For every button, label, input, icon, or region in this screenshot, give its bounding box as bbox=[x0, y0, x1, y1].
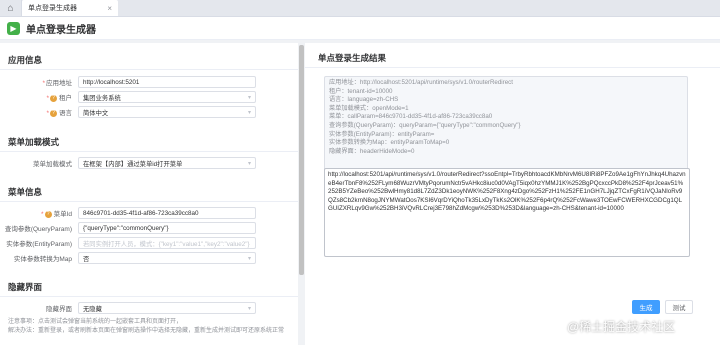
result-info-box: 应用地址：http://localhost:5201/api/runtime/s… bbox=[324, 76, 688, 171]
tab-sso-generator[interactable]: 单点登录生成器 × bbox=[22, 0, 118, 16]
chevron-down-icon: ▾ bbox=[247, 160, 251, 167]
config-panel: 应用信息 *应用地址 http://localhost:5201 *? 租户 集团… bbox=[0, 43, 298, 345]
result-title: 单点登录生成结果 bbox=[318, 53, 387, 63]
watermark: @稀土掘金技术社区 bbox=[567, 320, 676, 334]
app-icon: ▶ bbox=[7, 21, 20, 35]
test-button[interactable]: 测试 bbox=[665, 300, 693, 314]
row-app-url: *应用地址 http://localhost:5201 bbox=[0, 75, 298, 89]
divider bbox=[0, 201, 298, 202]
page-title: 单点登录生成器 bbox=[26, 24, 96, 36]
load-mode-select[interactable]: 在框架【内部】通过菜单id打开菜单 ▾ bbox=[78, 157, 256, 169]
row-load-mode: 菜单加载模式 在框架【内部】通过菜单id打开菜单 ▾ bbox=[0, 156, 298, 170]
entity-param-input[interactable]: 若同实例打开人员，模式：{"key1":"value1","key2":"val… bbox=[78, 237, 256, 249]
notice-text: 注意事项：点击测试会弹窗当前系统的一起嵌套工具和页面打开， 解决办法：重新登录，… bbox=[8, 319, 285, 334]
required-mark: * bbox=[42, 80, 45, 87]
row-to-map: 实体参数转换为Map 否 ▾ bbox=[0, 251, 298, 265]
language-select[interactable]: 简体中文 ▾ bbox=[78, 106, 256, 118]
section-hide-ui: 隐藏界面 bbox=[8, 282, 43, 292]
help-icon[interactable]: ? bbox=[44, 210, 52, 218]
tab-bar: ⌂ 单点登录生成器 × bbox=[0, 0, 720, 17]
row-query-param: 查询参数(QueryParam) {"queryType":"commonQue… bbox=[0, 221, 298, 235]
close-icon[interactable]: × bbox=[107, 4, 112, 13]
to-map-select[interactable]: 否 ▾ bbox=[78, 252, 256, 264]
chevron-down-icon: ▾ bbox=[247, 305, 251, 312]
home-icon[interactable]: ⌂ bbox=[0, 0, 22, 16]
chevron-down-icon: ▾ bbox=[247, 109, 251, 116]
app-url-input[interactable]: http://localhost:5201 bbox=[78, 76, 256, 88]
section-app-info: 应用信息 bbox=[8, 55, 43, 65]
divider bbox=[305, 67, 720, 68]
left-scrollbar[interactable] bbox=[299, 43, 304, 345]
section-menu-mode: 菜单加载模式 bbox=[8, 137, 60, 147]
row-menu-id: *? 菜单Id 846c9701-dd35-4f1d-af86-723ca39cc… bbox=[0, 206, 298, 220]
row-hide-ui: 隐藏界面 无隐藏 ▾ bbox=[0, 301, 298, 315]
tenant-select[interactable]: 集团业务系统 ▾ bbox=[78, 91, 256, 103]
section-menu-info: 菜单信息 bbox=[8, 187, 43, 197]
result-panel: 单点登录生成结果 应用地址：http://localhost:5201/api/… bbox=[305, 43, 720, 345]
page-header: ▶ 单点登录生成器 bbox=[0, 17, 720, 40]
row-language: *? 语言 简体中文 ▾ bbox=[0, 105, 298, 119]
result-url-textarea[interactable]: http://localhost:5201/api/runtime/sys/v1… bbox=[324, 168, 690, 257]
menu-id-input[interactable]: 846c9701-dd35-4f1d-af86-723ca39cc8a0 bbox=[78, 207, 256, 219]
divider bbox=[0, 151, 298, 152]
chevron-down-icon: ▾ bbox=[247, 94, 251, 101]
row-tenant: *? 租户 集团业务系统 ▾ bbox=[0, 90, 298, 104]
help-icon[interactable]: ? bbox=[50, 94, 57, 102]
generate-button[interactable]: 生成 bbox=[632, 300, 660, 314]
chevron-down-icon: ▾ bbox=[247, 255, 251, 262]
divider bbox=[0, 69, 298, 70]
hide-ui-select[interactable]: 无隐藏 ▾ bbox=[78, 302, 256, 314]
help-icon[interactable]: ? bbox=[50, 109, 57, 117]
tab-label: 单点登录生成器 bbox=[28, 5, 77, 12]
scrollbar-thumb[interactable] bbox=[299, 45, 304, 275]
divider bbox=[0, 296, 298, 297]
row-entity-param: 实体参数(EntityParam) 若同实例打开人员，模式：{"key1":"v… bbox=[0, 236, 298, 250]
query-param-input[interactable]: {"queryType":"commonQuery"} bbox=[78, 222, 256, 234]
